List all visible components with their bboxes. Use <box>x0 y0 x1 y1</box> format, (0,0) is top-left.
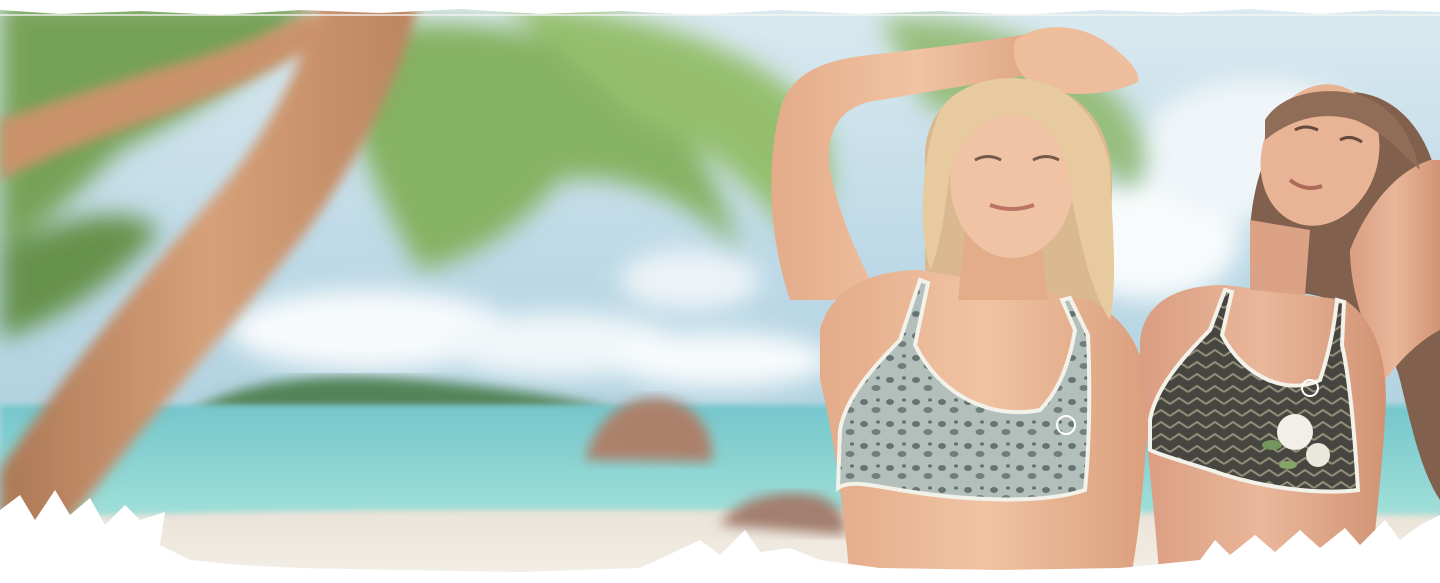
beach-scene <box>0 0 1440 583</box>
hero-banner <box>0 0 1440 583</box>
